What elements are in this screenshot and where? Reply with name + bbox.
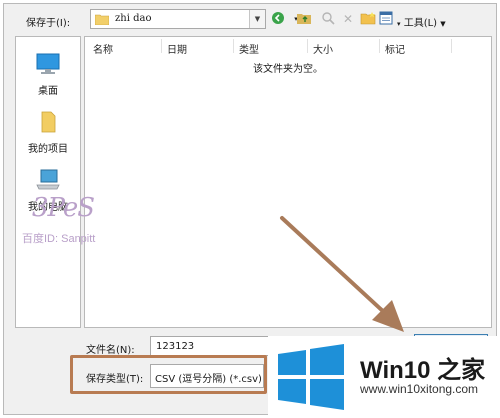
location-value: zhi dao xyxy=(115,13,152,24)
column-header-date[interactable]: 日期 xyxy=(167,41,187,56)
dialog-toolbar: 保存于(I): zhi dao ▼ ▾ ✕ ▾ 工具(L) ▼ xyxy=(4,4,496,34)
place-desktop[interactable]: 桌面 xyxy=(16,53,80,97)
place-label: 我的项目 xyxy=(28,144,68,155)
my-documents-icon xyxy=(41,111,56,133)
column-header-name[interactable]: 名称 xyxy=(93,41,113,56)
place-label: 桌面 xyxy=(38,86,58,97)
views-icon[interactable] xyxy=(378,11,394,27)
search-web-icon[interactable] xyxy=(320,11,336,27)
annotation-highlight-box xyxy=(70,355,267,394)
folder-icon xyxy=(95,14,109,25)
save-in-label: 保存于(I): xyxy=(26,18,71,29)
column-header-tag[interactable]: 标记 xyxy=(385,41,405,56)
column-divider[interactable] xyxy=(307,39,308,53)
tools-menu-button[interactable]: ▾ 工具(L) ▼ xyxy=(397,14,446,29)
delete-icon[interactable]: ✕ xyxy=(340,11,356,27)
watermark-baidu-id: 百度ID: Sanpitt xyxy=(22,233,96,245)
win10-url: www.win10xitong.com xyxy=(360,382,479,396)
save-in-location-combo[interactable]: zhi dao ▼ xyxy=(90,9,266,29)
filename-label: 文件名(N): xyxy=(86,345,135,356)
column-divider[interactable] xyxy=(451,39,452,53)
column-divider[interactable] xyxy=(379,39,380,53)
desktop-icon xyxy=(36,53,60,74)
win10-watermark: Win10 之家 www.win10xitong.com xyxy=(268,336,500,418)
back-icon[interactable] xyxy=(270,11,286,27)
watermark-logo: 3PeS xyxy=(32,193,95,223)
up-folder-icon[interactable] xyxy=(296,11,312,27)
places-bar: 桌面 我的项目 我的电脑 xyxy=(15,36,81,328)
chevron-down-icon[interactable]: ▼ xyxy=(249,10,265,28)
column-header-size[interactable]: 大小 xyxy=(313,41,333,56)
place-my-documents[interactable]: 我的项目 xyxy=(16,111,80,155)
my-computer-icon xyxy=(36,169,60,190)
file-list[interactable]: 名称 日期 类型 大小 标记 该文件夹为空。 xyxy=(84,36,492,328)
column-divider[interactable] xyxy=(233,39,234,53)
empty-folder-message: 该文件夹为空。 xyxy=(253,64,323,75)
new-folder-icon[interactable] xyxy=(360,11,376,27)
column-divider[interactable] xyxy=(161,39,162,53)
column-header-type[interactable]: 类型 xyxy=(239,41,259,56)
windows-logo-icon xyxy=(278,344,344,410)
tools-label: 工具(L) xyxy=(403,18,438,29)
win10-title: Win10 之家 xyxy=(360,357,486,384)
